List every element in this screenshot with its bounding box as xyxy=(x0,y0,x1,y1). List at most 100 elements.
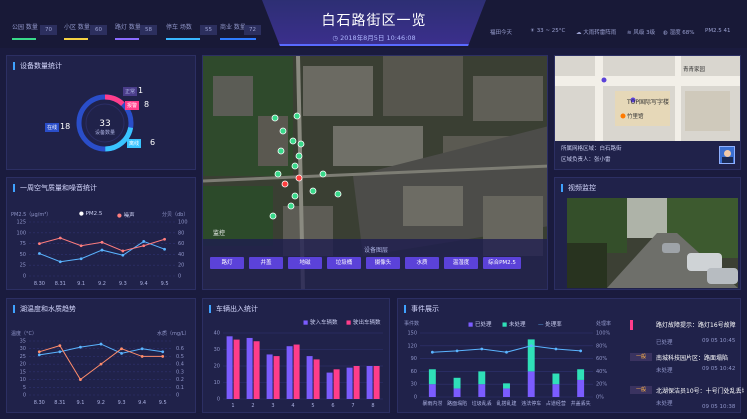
map-poi-label: 竹里馆 xyxy=(627,114,644,120)
device-marker[interactable] xyxy=(297,140,305,148)
y-tick-label: 75 xyxy=(20,241,26,247)
data-point xyxy=(37,350,41,354)
layer-button-pm25[interactable]: 综合PM2.5 xyxy=(483,257,521,269)
grid-manager-text: 区域负责人：张小雷 xyxy=(561,157,611,163)
device-marker[interactable] xyxy=(309,187,317,195)
left-axis-unit: 事件数 xyxy=(404,321,420,327)
device-marker[interactable] xyxy=(289,137,297,145)
bar xyxy=(273,356,280,399)
layer-button-geomagnetic[interactable]: 地磁 xyxy=(288,257,322,269)
y-tick-label: 100 xyxy=(16,230,26,236)
device-marker[interactable] xyxy=(293,112,301,120)
data-point xyxy=(142,240,146,243)
news-badge: 一般 xyxy=(630,353,652,361)
device-marker[interactable] xyxy=(295,174,303,182)
x-tick-label: 乱搭乱建 xyxy=(496,400,516,407)
x-tick-label: 9.1 xyxy=(77,281,85,287)
data-point xyxy=(142,244,146,248)
x-tick-label: 9.3 xyxy=(119,281,127,287)
data-point xyxy=(79,257,83,261)
device-marker[interactable] xyxy=(295,152,303,160)
bar xyxy=(478,371,486,385)
x-tick-label: 7 xyxy=(351,403,354,409)
device-marker[interactable] xyxy=(269,212,277,220)
device-marker[interactable] xyxy=(271,114,279,122)
y-tick-label: 120 xyxy=(407,343,417,349)
device-marker[interactable] xyxy=(291,192,299,200)
y2-tick-label: 100 xyxy=(178,220,188,226)
x-tick-label: 2 xyxy=(251,403,254,409)
event-bar-chart: 0 0% 30 20% 60 40% 90 60% 120 80% 150 100% 暴雨内涝 路面塌陷垃… xyxy=(407,331,610,408)
y-tick-label: 20 xyxy=(20,362,26,368)
series-line xyxy=(39,343,163,356)
poi-marker[interactable] xyxy=(601,77,607,83)
y-tick-label: 20 xyxy=(214,364,220,370)
x-tick-label: 8.31 xyxy=(55,281,66,287)
y2-tick-label: 0 xyxy=(176,393,179,399)
y-tick-label: 90 xyxy=(411,356,417,362)
data-point xyxy=(120,351,123,355)
device-marker[interactable] xyxy=(334,190,342,198)
weather-condition: ☁ 大雨转雷阵雨 xyxy=(576,30,617,36)
device-marker[interactable] xyxy=(291,162,299,170)
panel-title: 视频监控 xyxy=(561,184,596,192)
bar xyxy=(353,366,360,399)
x-tick-label: 井盖丢失 xyxy=(571,400,591,407)
device-marker[interactable] xyxy=(281,180,289,188)
layer-button-manhole[interactable]: 井盖 xyxy=(249,257,283,269)
data-point xyxy=(430,350,434,354)
news-status: 未处理 xyxy=(656,368,673,374)
bar xyxy=(527,339,535,372)
device-marker[interactable] xyxy=(277,147,285,155)
map-panel[interactable]: 监控 设备图层 xyxy=(202,55,548,290)
clock-icon: ◷ xyxy=(332,34,341,42)
y-tick-label: 0 xyxy=(217,397,220,403)
y2-tick-label: 40% xyxy=(596,369,607,375)
poi-marker[interactable] xyxy=(620,113,626,119)
layer-button-camera[interactable]: 摄像头 xyxy=(366,257,400,269)
stat-bar-streetlight xyxy=(115,38,139,40)
layer-button-water[interactable]: 水质 xyxy=(405,257,439,269)
bar xyxy=(527,371,535,397)
map-layer-title: 设备图层 xyxy=(363,247,388,254)
x-tick-label: 6 xyxy=(331,403,334,409)
news-time: 09 05 10:38 xyxy=(702,404,736,410)
device-marker[interactable] xyxy=(319,170,327,178)
layer-button-trash[interactable]: 垃圾桶 xyxy=(327,257,361,269)
y-tick-label: 0 xyxy=(23,274,26,280)
data-point xyxy=(140,347,144,351)
y2-tick-label: 0.2 xyxy=(176,377,184,383)
x-tick-label: 9.3 xyxy=(118,400,126,406)
water-quality-panel: 湖温度和水质趋势 温度（°C） 水质（mg/L） 0 0 5 0.1 10 0.2 15 0.… xyxy=(6,298,196,413)
device-label-normal: 正常 xyxy=(123,87,138,96)
bar xyxy=(326,372,333,399)
news-title[interactable]: 北湖保洁员10号：十号门处乱丢垃圾 xyxy=(656,386,744,395)
water-quality-chart: 0 0 5 0.1 10 0.2 15 0.3 20 0.4 25 0.5 30 0.6 35 8.30 8.3… xyxy=(20,339,184,407)
air-quality-chart: 0 0 25 20 50 40 75 60 100 80 125 100 8.30 8.31 9.1 9.2 9… xyxy=(16,220,188,288)
layer-button-streetlight[interactable]: 路灯 xyxy=(210,257,244,269)
data-point xyxy=(163,247,166,251)
y2-tick-label: 80% xyxy=(596,343,607,349)
y2-tick-label: 20% xyxy=(596,382,607,388)
layer-button-humidity[interactable]: 温湿度 xyxy=(444,257,478,269)
device-marker[interactable] xyxy=(274,170,282,178)
bar xyxy=(453,377,461,389)
video-feed[interactable] xyxy=(567,198,738,288)
news-title[interactable]: 南城科技园片区：路面塌陷 xyxy=(656,353,744,362)
avatar[interactable] xyxy=(719,146,735,164)
x-tick-label: 违法停车 xyxy=(521,400,541,407)
y-tick-label: 0 xyxy=(23,393,26,399)
stat-bar-community xyxy=(64,38,88,40)
device-label-online: 在线 xyxy=(45,123,60,132)
device-marker[interactable] xyxy=(279,127,287,135)
data-point xyxy=(121,253,125,257)
bar xyxy=(366,366,373,399)
device-value-alarm: 8 xyxy=(144,100,150,109)
vehicle-bar-chart: 0 10 20 30 40 1 2 3 4 5 6 7 8 xyxy=(214,331,383,409)
device-marker[interactable] xyxy=(287,202,295,210)
bar xyxy=(266,354,273,399)
news-title[interactable]: 路灯故障提示：路灯16号故障 xyxy=(656,320,744,329)
donut-center-label: 设备数量 xyxy=(95,129,115,136)
data-point xyxy=(99,342,103,346)
right-axis-unit: 处理率 xyxy=(596,321,612,327)
